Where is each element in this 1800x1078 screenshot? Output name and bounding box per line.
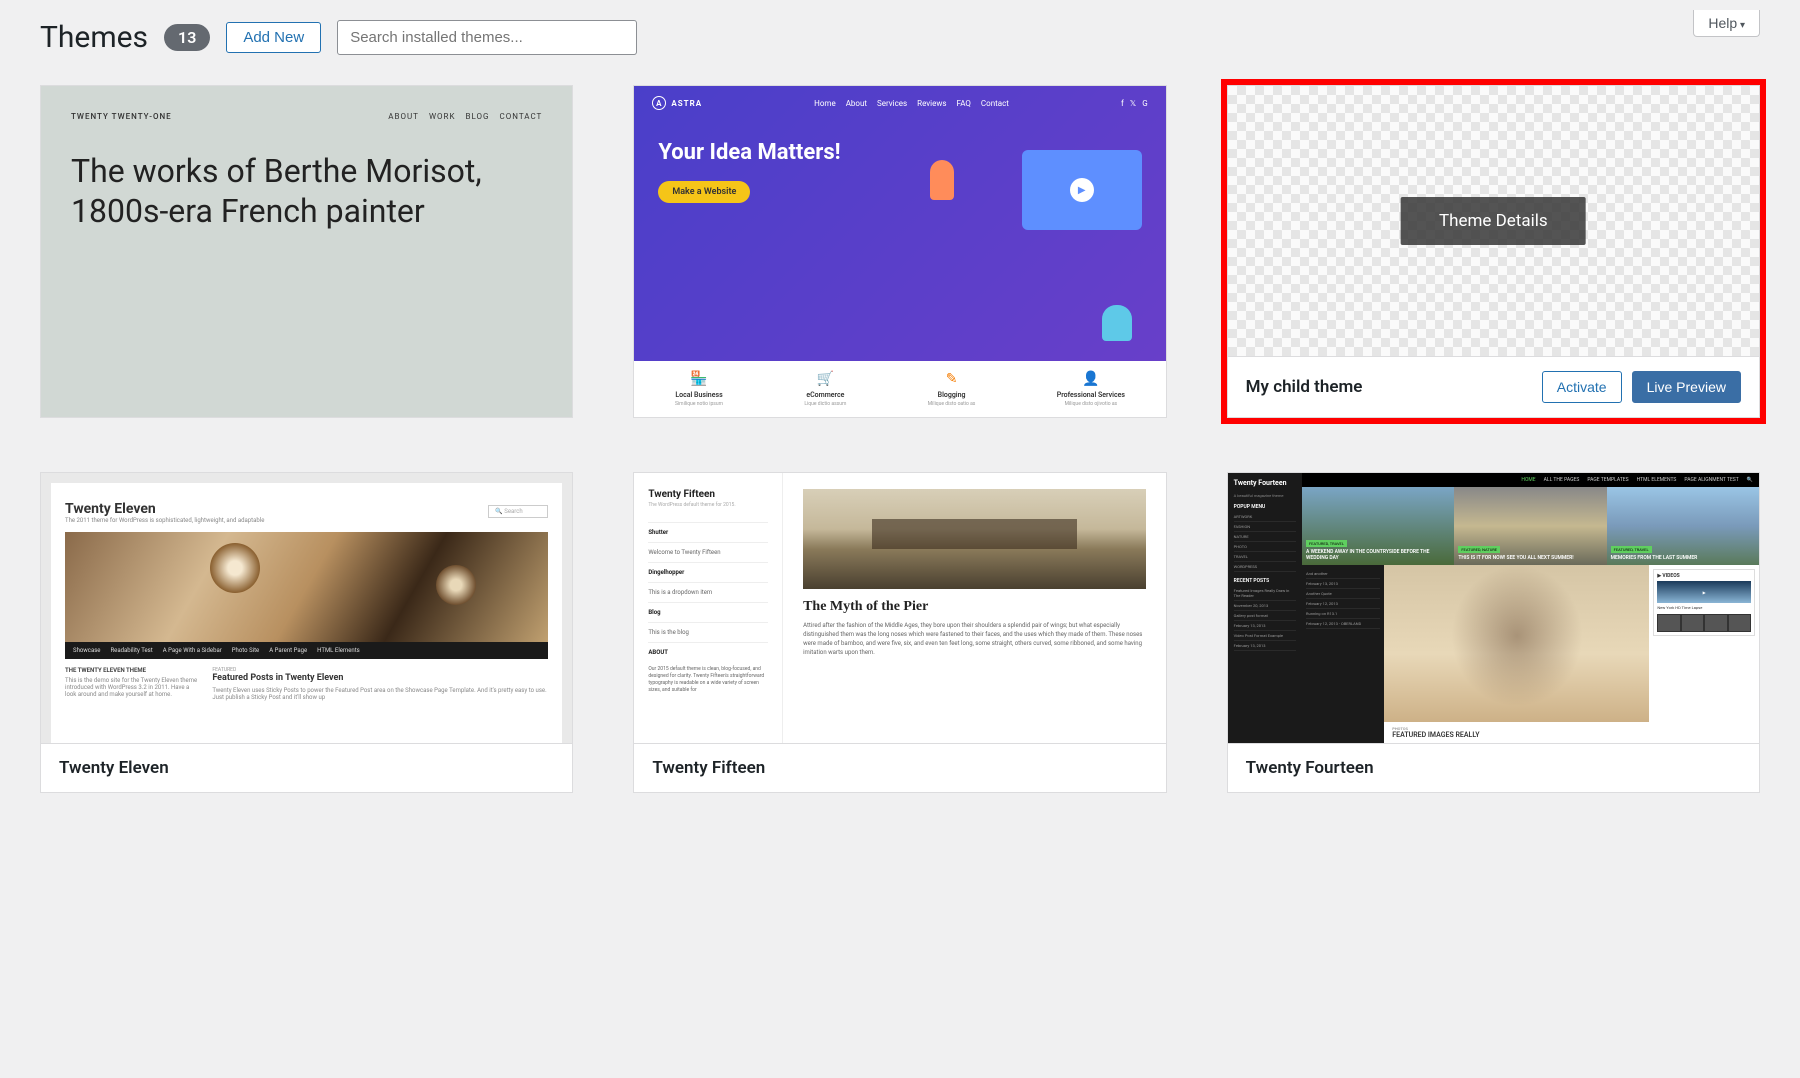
theme-card-twenty-fourteen[interactable]: Twenty Fourteen A beautiful magazine the… bbox=[1227, 472, 1760, 793]
twitter-icon: 𝕏 bbox=[1130, 99, 1136, 108]
theme-footer: Twenty Fifteen bbox=[634, 743, 1165, 792]
theme-screenshot: A ASTRA Home About Services Reviews FAQ … bbox=[634, 86, 1165, 417]
theme-footer: Astra bbox=[634, 417, 1165, 418]
preview-categories: 🏪Local BusinessSimilique notio ipsum 🛒eC… bbox=[634, 361, 1165, 417]
preview-nav: Showcase Readability Test A Page With a … bbox=[65, 642, 548, 659]
themes-grid: TWENTY TWENTY-ONE ABOUT WORK BLOG CONTAC… bbox=[40, 85, 1760, 793]
page-title: Themes bbox=[40, 20, 148, 55]
play-icon: ▶ bbox=[1070, 178, 1094, 202]
preview-cta: Make a Website bbox=[658, 181, 750, 203]
preview-article-image bbox=[803, 489, 1146, 589]
theme-count-badge: 13 bbox=[164, 24, 210, 51]
theme-name: Twenty Eleven bbox=[59, 758, 169, 778]
preview-illustration: ▶ bbox=[910, 140, 1142, 341]
add-new-button[interactable]: Add New bbox=[226, 22, 321, 53]
theme-footer: Twenty Eleven bbox=[41, 743, 572, 792]
theme-name: Twenty Fourteen bbox=[1246, 758, 1374, 778]
theme-footer: My child theme Activate Live Preview bbox=[1228, 356, 1759, 417]
theme-card-my-child-theme[interactable]: Theme Details My child theme Activate Li… bbox=[1227, 85, 1760, 418]
google-icon: G bbox=[1142, 99, 1147, 108]
theme-name: My child theme bbox=[1246, 377, 1363, 397]
cart-icon: 🛒 bbox=[804, 371, 846, 387]
theme-footer: Twenty Fourteen bbox=[1228, 743, 1759, 792]
theme-screenshot-empty: Theme Details bbox=[1228, 86, 1759, 356]
preview-title: Twenty Eleven bbox=[65, 501, 264, 517]
search-themes-input[interactable] bbox=[337, 20, 637, 55]
preview-subtitle: The 2011 theme for WordPress is sophisti… bbox=[65, 517, 264, 524]
theme-name: Twenty Fifteen bbox=[652, 758, 765, 778]
preview-logo: A ASTRA bbox=[652, 96, 702, 110]
preview-nav: Home About Services Reviews FAQ Contact bbox=[814, 99, 1009, 108]
search-icon: 🔍 bbox=[1747, 477, 1753, 483]
activate-button[interactable]: Activate bbox=[1542, 371, 1622, 403]
preview-search: 🔍 Search bbox=[488, 505, 548, 518]
person-icon: 👤 bbox=[1057, 371, 1125, 387]
theme-card-twenty-fifteen[interactable]: Twenty Fifteen The WordPress default the… bbox=[633, 472, 1166, 793]
preview-top-nav: HOME ALL THE PAGES PAGE TEMPLATES HTML E… bbox=[1302, 473, 1759, 487]
theme-card-twenty-eleven[interactable]: Twenty Eleven The 2011 theme for WordPre… bbox=[40, 472, 573, 793]
preview-hero-title: Your Idea Matters! bbox=[658, 140, 890, 165]
preview-sidebar: Twenty Fifteen The WordPress default the… bbox=[634, 473, 783, 743]
astra-logo-icon: A bbox=[652, 96, 666, 110]
theme-screenshot: TWENTY TWENTY-ONE ABOUT WORK BLOG CONTAC… bbox=[41, 86, 572, 417]
page-header: Themes 13 Add New Help bbox=[40, 20, 1760, 55]
preview-hero-text: The works of Berthe Morisot, 1800s-era F… bbox=[71, 151, 542, 231]
preview-nav: ABOUT WORK BLOG CONTACT bbox=[388, 112, 542, 121]
preview-left-sidebar: Twenty Fourteen A beautiful magazine the… bbox=[1228, 473, 1302, 743]
theme-screenshot: Twenty Eleven The 2011 theme for WordPre… bbox=[41, 473, 572, 743]
live-preview-button[interactable]: Live Preview bbox=[1632, 371, 1741, 403]
preview-main-image: PHOTOSFEATURED IMAGES REALLY bbox=[1384, 565, 1649, 743]
theme-footer: Active: Twenty Twenty-One Customize bbox=[41, 417, 572, 418]
preview-social-icons: f 𝕏 G bbox=[1121, 99, 1148, 108]
preview-video-thumb: ▶ bbox=[1657, 581, 1751, 603]
theme-card-astra[interactable]: A ASTRA Home About Services Reviews FAQ … bbox=[633, 85, 1166, 418]
preview-featured-row: FEATURED, TRAVELA WEEKEND AWAY IN THE CO… bbox=[1302, 487, 1759, 565]
theme-screenshot: Twenty Fifteen The WordPress default the… bbox=[634, 473, 1165, 743]
preview-site-title: TWENTY TWENTY-ONE bbox=[71, 112, 172, 121]
pencil-icon: ✎ bbox=[928, 371, 976, 387]
preview-main: The Myth of the Pier Attired after the f… bbox=[783, 473, 1166, 743]
play-icon: ▶ bbox=[1703, 590, 1706, 595]
preview-header-image bbox=[65, 532, 548, 642]
facebook-icon: f bbox=[1121, 99, 1124, 108]
help-button[interactable]: Help bbox=[1693, 10, 1760, 37]
theme-card-twenty-twenty-one[interactable]: TWENTY TWENTY-ONE ABOUT WORK BLOG CONTAC… bbox=[40, 85, 573, 418]
theme-screenshot: Twenty Fourteen A beautiful magazine the… bbox=[1228, 473, 1759, 743]
store-icon: 🏪 bbox=[675, 371, 723, 387]
theme-details-button[interactable]: Theme Details bbox=[1401, 197, 1586, 245]
